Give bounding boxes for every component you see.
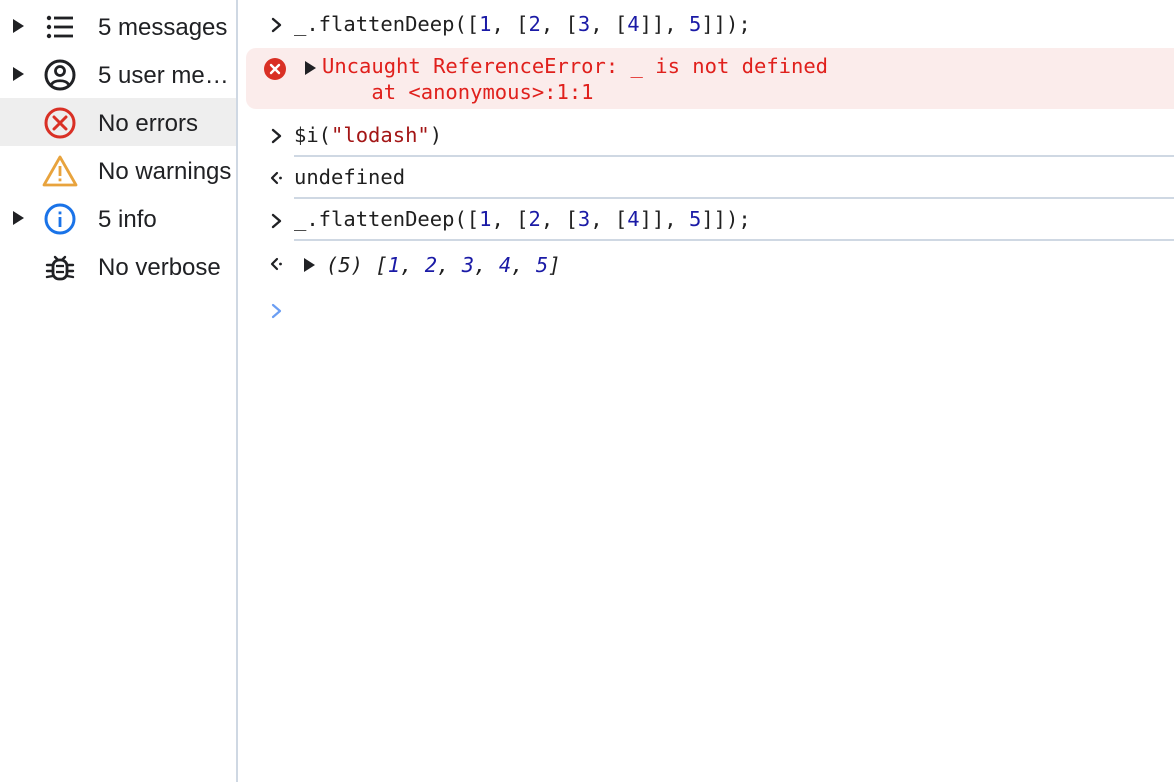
- console-input-code: _.flattenDeep([1, [2, [3, [4]], 5]]);: [294, 12, 751, 36]
- expand-array-caret-icon[interactable]: [304, 258, 315, 272]
- sidebar-item-label: 5 info: [98, 206, 157, 233]
- console-input-entry[interactable]: _.flattenDeep([1, [2, [3, [4]], 5]]);: [238, 2, 1174, 46]
- sidebar-item-errors[interactable]: No errors: [0, 98, 236, 146]
- input-prompt-icon: [268, 212, 286, 230]
- console-error-entry[interactable]: Uncaught ReferenceError: _ is not define…: [246, 48, 1174, 109]
- sidebar-item-user-messages[interactable]: 5 user me…: [0, 50, 236, 98]
- sidebar-item-label: 5 messages: [98, 14, 228, 41]
- console-log[interactable]: _.flattenDeep([1, [2, [3, [4]], 5]]); Un…: [238, 0, 1174, 782]
- sidebar-item-verbose[interactable]: No verbose: [0, 242, 236, 290]
- sidebar-item-label: 5 user me…: [98, 62, 229, 89]
- console-input-code: $i("lodash"): [294, 123, 443, 147]
- output-return-icon: [268, 255, 286, 273]
- warning-icon: [41, 152, 79, 190]
- sidebar-item-label: No verbose: [98, 254, 221, 281]
- console-output-entry[interactable]: (5) [1, 2, 3, 4, 5]: [238, 241, 1174, 287]
- console-input-entry[interactable]: $i("lodash"): [238, 113, 1174, 155]
- expand-caret-icon[interactable]: [13, 19, 24, 33]
- error-icon: [41, 104, 79, 142]
- sidebar-item-warnings[interactable]: No warnings: [0, 146, 236, 194]
- user-icon: [41, 56, 79, 94]
- input-prompt-icon: [268, 16, 286, 34]
- expand-caret-icon[interactable]: [13, 211, 24, 225]
- devtools-console: 5 messages 5 user me… No errors No warni…: [0, 0, 1174, 782]
- sidebar-item-label: No warnings: [98, 158, 232, 185]
- console-sidebar: 5 messages 5 user me… No errors No warni…: [0, 0, 238, 782]
- active-prompt-icon: [268, 302, 286, 320]
- expand-caret-icon[interactable]: [13, 67, 24, 81]
- output-return-icon: [268, 169, 286, 187]
- error-circle-icon: [263, 57, 287, 81]
- console-prompt-input[interactable]: [238, 290, 1174, 330]
- info-icon: [41, 200, 79, 238]
- list-icon: [41, 8, 79, 46]
- sidebar-item-label: No errors: [98, 110, 199, 137]
- sidebar-item-messages[interactable]: 5 messages: [0, 2, 236, 50]
- console-input-entry[interactable]: _.flattenDeep([1, [2, [3, [4]], 5]]);: [238, 199, 1174, 239]
- console-input-code: _.flattenDeep([1, [2, [3, [4]], 5]]);: [294, 207, 751, 231]
- console-output-entry: undefined: [238, 157, 1174, 197]
- error-message: Uncaught ReferenceError: _ is not define…: [322, 54, 829, 104]
- sidebar-item-info[interactable]: 5 info: [0, 194, 236, 242]
- input-prompt-icon: [268, 127, 286, 145]
- bug-icon: [41, 248, 79, 286]
- output-value: undefined: [294, 165, 406, 189]
- expand-stack-caret-icon[interactable]: [305, 61, 316, 75]
- array-preview: (5) [1, 2, 3, 4, 5]: [326, 253, 561, 277]
